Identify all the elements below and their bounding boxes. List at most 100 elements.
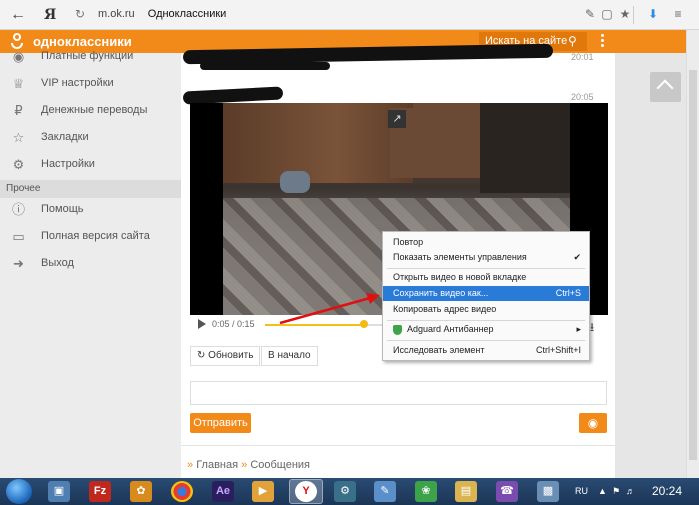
ctx-adguard[interactable]: Adguard Антибаннер ▸ (383, 322, 589, 337)
after-effects-icon[interactable]: Ae (212, 481, 234, 502)
to-start-button[interactable]: В начало (261, 346, 318, 366)
url-domain: m.ok.ru (98, 8, 135, 20)
volume-icon[interactable]: ♬ (626, 486, 635, 496)
question-icon: ⓘ (11, 202, 25, 217)
ruble-icon: ₽ (14, 103, 23, 118)
breadcrumb-arrow: » (241, 459, 248, 471)
sidebar-item-label: Денежные переводы (41, 104, 148, 116)
refresh-label: Обновить (208, 350, 254, 361)
section-label: Прочее (6, 183, 41, 194)
message-input[interactable] (190, 381, 607, 405)
gear-icon: ⚙ (12, 157, 25, 172)
download-icon[interactable]: ⬇ (645, 6, 661, 22)
flag-icon[interactable]: ⚑ (612, 486, 620, 497)
sidebar-item-label: Настройки (41, 158, 95, 170)
sidebar-item-bookmarks[interactable]: ☆ Закладки (0, 124, 181, 151)
pineapple-icon[interactable]: ✿ (130, 481, 152, 502)
icq-icon[interactable]: ❀ (415, 481, 437, 502)
ctx-save-video[interactable]: Сохранить видео как... Ctrl+S (383, 286, 589, 301)
submenu-arrow-icon: ▸ (576, 324, 581, 334)
scrollbar-thumb[interactable] (689, 70, 697, 460)
viber-icon[interactable]: ☎ (496, 481, 518, 502)
breadcrumb-messages[interactable]: Сообщения (250, 459, 310, 471)
ctx-divider (387, 268, 585, 269)
more-menu-icon[interactable] (598, 32, 606, 51)
breadcrumb-home[interactable]: Главная (196, 459, 238, 471)
search-icon[interactable]: ⚲ (568, 33, 577, 49)
control-panel-icon[interactable]: ▩ (537, 481, 559, 502)
arrow-left-icon[interactable]: ← (8, 5, 28, 25)
ctx-show-controls[interactable]: Показать элементы управления ✔ (383, 250, 589, 265)
folder-icon[interactable]: ▤ (455, 481, 477, 502)
ctx-inspect[interactable]: Исследовать элемент Ctrl+Shift+I (383, 343, 589, 358)
sidebar-item-label: VIP настройки (41, 77, 114, 89)
reload-icon[interactable]: ↻ (75, 7, 85, 21)
browser-toolbar: ← Я ↻ m.ok.ru Одноклассники ✎ ▢ ★ ⬇ ≡ (0, 0, 699, 30)
media-player-icon[interactable]: ▶ (252, 481, 274, 502)
taskbar: ▣ Fz ✿ Ae ▶ Y ⚙ ✎ ❀ ▤ ☎ ▩ RU ▲ ⚑ ♬ 20:24 (0, 478, 699, 505)
context-menu: Повтор Показать элементы управления ✔ От… (382, 231, 590, 361)
breadcrumb-arrow: » (187, 459, 194, 471)
ctx-open-new-tab[interactable]: Открыть видео в новой вкладке (383, 270, 589, 285)
divider (181, 445, 615, 446)
tray-arrow-icon[interactable]: ▲ (598, 486, 607, 496)
language-indicator[interactable]: RU (575, 486, 588, 496)
star-icon: ☆ (12, 130, 25, 145)
ctx-shortcut: Ctrl+S (555, 288, 581, 298)
camera-icon[interactable]: ◉ (579, 413, 607, 433)
monitor-icon: ▭ (12, 229, 25, 244)
exit-icon: ➜ (13, 256, 24, 271)
yandex-logo[interactable]: Я (44, 5, 56, 25)
ctx-shortcut: Ctrl+Shift+I (535, 345, 581, 355)
sidebar: ◉ Платные функции ♕ VIP настройки ₽ Дене… (0, 49, 181, 478)
star-icon[interactable]: ★ (617, 6, 633, 22)
filezilla-icon[interactable]: Fz (89, 481, 111, 502)
ctx-label: Повтор (393, 237, 424, 247)
refresh-button[interactable]: ↻ Обновить (190, 346, 261, 366)
toolbar-divider (633, 6, 634, 24)
computer-icon[interactable]: ▣ (48, 481, 70, 502)
reader-icon[interactable]: ▢ (599, 6, 615, 22)
play-icon[interactable] (198, 319, 206, 329)
sidebar-item-vip[interactable]: ♕ VIP настройки (0, 70, 181, 97)
coins-icon: ◉ (12, 49, 25, 64)
sidebar-item-help[interactable]: ⓘ Помощь (0, 196, 181, 223)
ctx-repeat[interactable]: Повтор (383, 235, 589, 250)
scroll-up-button[interactable] (650, 72, 681, 102)
sidebar-item-exit[interactable]: ➜ Выход (0, 250, 181, 277)
ctx-divider (387, 320, 585, 321)
settings-app-icon[interactable]: ⚙ (334, 481, 356, 502)
ctx-label: Копировать адрес видео (393, 304, 497, 314)
breadcrumb: » Главная » Сообщения (187, 459, 310, 471)
clock[interactable]: 20:24 (652, 484, 682, 498)
ctx-divider (387, 340, 585, 341)
start-button[interactable] (6, 479, 32, 504)
sidebar-item-label: Выход (41, 257, 74, 269)
sidebar-item-transfers[interactable]: ₽ Денежные переводы (0, 97, 181, 124)
chrome-icon[interactable] (171, 481, 193, 502)
message-time: 20:05 (571, 92, 594, 102)
address-bar[interactable]: m.ok.ru Одноклассники (98, 8, 226, 20)
check-icon: ✔ (573, 252, 581, 262)
ctx-label: Сохранить видео как... (393, 288, 489, 298)
menu-icon[interactable]: ≡ (670, 6, 686, 22)
sidebar-item-settings[interactable]: ⚙ Настройки (0, 151, 181, 178)
yandex-browser-icon[interactable]: Y (295, 481, 317, 502)
sidebar-item-full-version[interactable]: ▭ Полная версия сайта (0, 223, 181, 250)
sidebar-item-label: Помощь (41, 203, 84, 215)
send-button[interactable]: Отправить (190, 413, 251, 433)
paint-icon[interactable]: ✎ (374, 481, 396, 502)
video-scene (223, 103, 413, 183)
seek-knob[interactable] (360, 320, 368, 328)
video-scene (480, 103, 570, 193)
sidebar-item-paid[interactable]: ◉ Платные функции (0, 43, 181, 70)
ctx-copy-url[interactable]: Копировать адрес видео (383, 302, 589, 317)
video-time: 0:05 / 0:15 (212, 319, 255, 329)
sidebar-item-label: Закладки (41, 131, 89, 143)
scrollbar[interactable] (686, 30, 699, 478)
refresh-icon: ↻ (197, 350, 206, 361)
ctx-label: Показать элементы управления (393, 252, 527, 262)
external-open-icon[interactable]: ↗ (388, 110, 406, 128)
download-icon[interactable]: ⭳ (590, 318, 594, 339)
pen-icon[interactable]: ✎ (582, 6, 598, 22)
